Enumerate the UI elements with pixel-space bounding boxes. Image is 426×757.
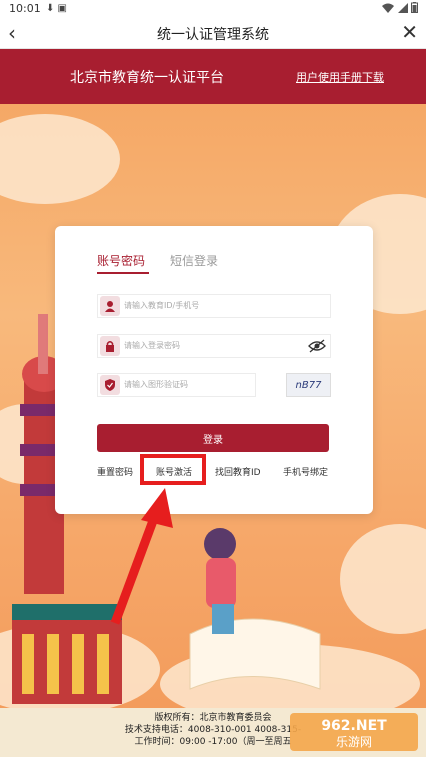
- watermark-top-text: 962.NET: [321, 718, 387, 734]
- cloud-decoration: [0, 114, 120, 204]
- close-icon[interactable]: ✕: [401, 20, 418, 44]
- find-education-id-link[interactable]: 找回教育ID: [215, 465, 261, 478]
- captcha-input[interactable]: [124, 374, 249, 394]
- login-button[interactable]: 登录: [97, 424, 329, 452]
- watermark-logo: 962.NET 乐游网: [290, 713, 418, 751]
- wifi-icon: [382, 3, 394, 13]
- reset-password-link[interactable]: 重置密码: [97, 465, 133, 478]
- status-time: 10:01: [9, 2, 41, 15]
- captcha-image[interactable]: nB77: [286, 373, 331, 397]
- girl-reading-illustration: [189, 528, 321, 690]
- shield-icon: [100, 375, 120, 395]
- status-right-icons: [382, 2, 418, 16]
- login-card: 账号密码 短信登录 nB77 登录 重置密码 账号激活 找回教育ID 手机号绑定: [55, 226, 373, 514]
- nav-bar: ‹ 统一认证管理系统 ✕: [0, 18, 426, 49]
- user-manual-download-link[interactable]: 用户使用手册下载: [296, 69, 384, 85]
- battery-icon: [411, 2, 418, 13]
- tab-account-password[interactable]: 账号密码: [97, 252, 145, 269]
- eye-hidden-icon[interactable]: [308, 338, 326, 357]
- page-title: 统一认证管理系统: [157, 27, 269, 43]
- pointer-arrow: [110, 488, 173, 625]
- status-bar: 10:01 ⬇ ▣: [0, 0, 426, 18]
- password-input[interactable]: [124, 335, 294, 355]
- status-notification-icons: ⬇ ▣: [46, 3, 68, 14]
- lock-icon: [100, 336, 120, 356]
- signal-icon: [397, 3, 408, 13]
- tab-sms-login[interactable]: 短信登录: [170, 252, 218, 269]
- password-field: [97, 334, 331, 358]
- platform-title: 北京市教育统一认证平台: [70, 70, 224, 86]
- watermark-bottom-text: 乐游网: [336, 735, 372, 749]
- platform-header: 北京市教育统一认证平台 用户使用手册下载: [0, 49, 426, 104]
- cloud-decoration: [340, 524, 426, 634]
- captcha-field: [97, 373, 256, 397]
- active-tab-indicator: [97, 272, 149, 274]
- account-field: [97, 294, 331, 318]
- account-input[interactable]: [124, 295, 294, 315]
- bind-phone-link[interactable]: 手机号绑定: [283, 465, 328, 478]
- user-icon: [100, 296, 120, 316]
- highlight-box: [140, 454, 206, 485]
